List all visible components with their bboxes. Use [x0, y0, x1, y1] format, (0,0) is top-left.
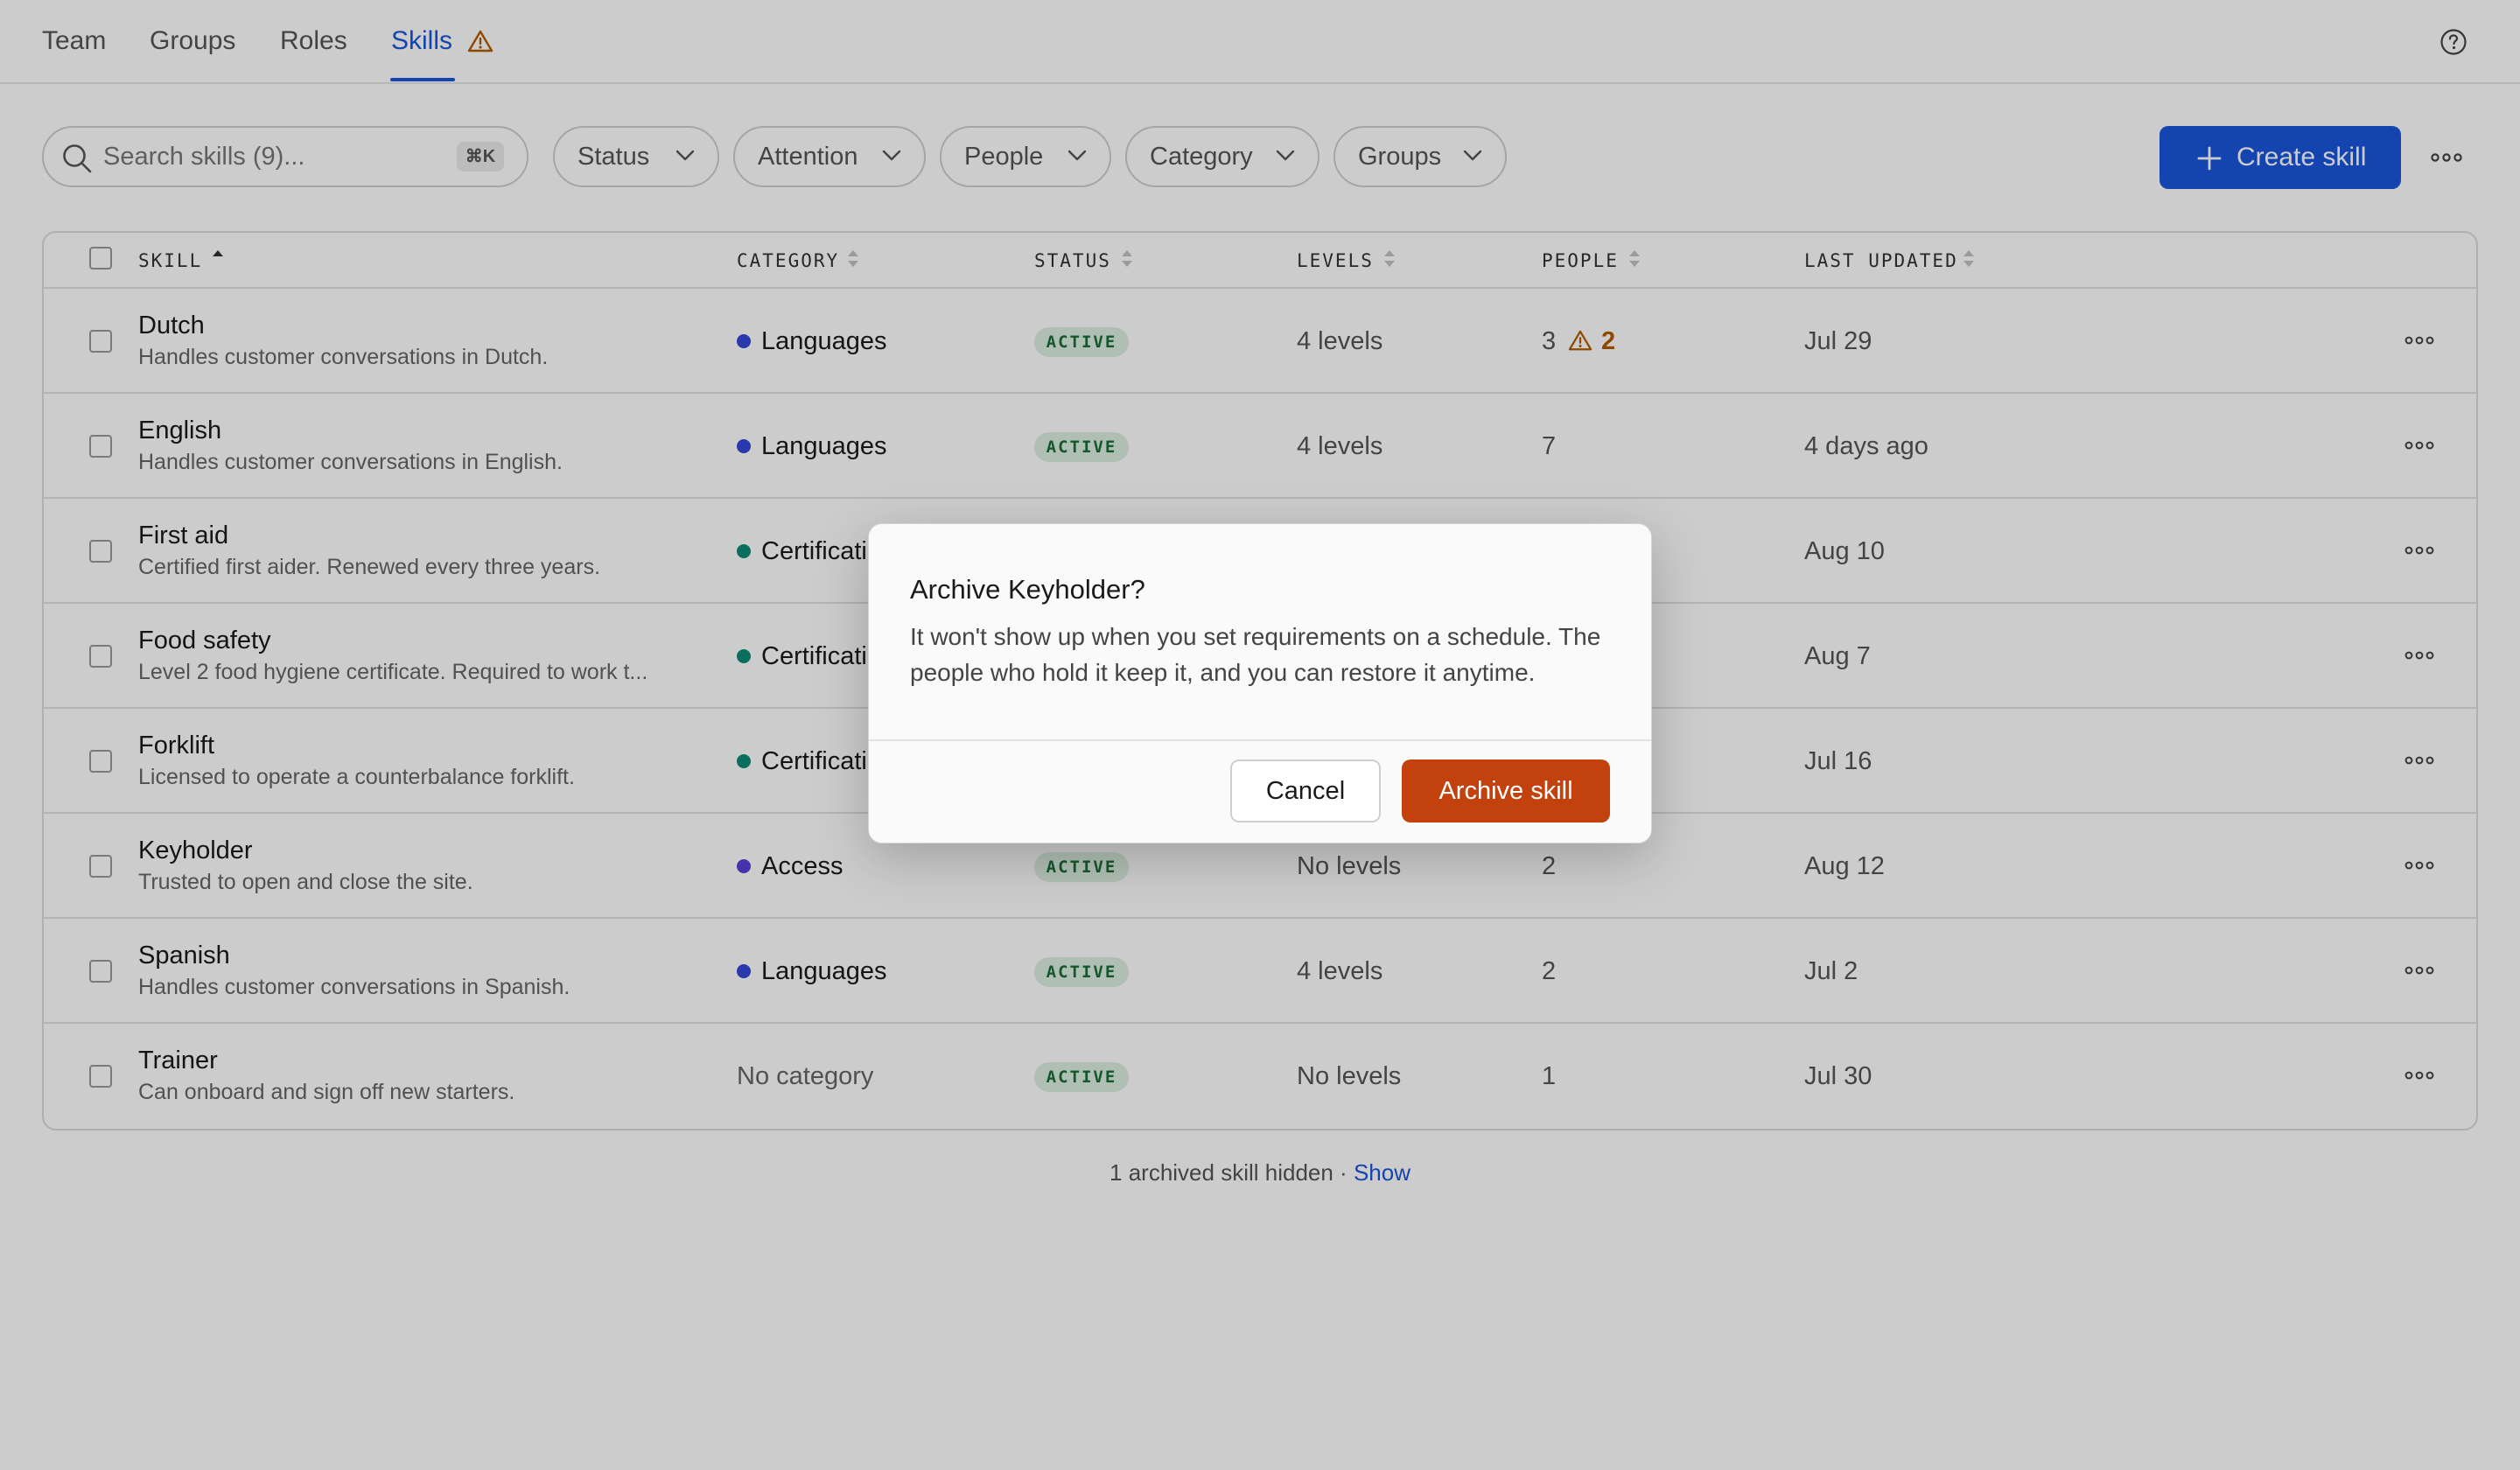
- dialog-body: It won't show up when you set requiremen…: [910, 623, 1601, 686]
- cancel-button[interactable]: Cancel: [1230, 760, 1381, 822]
- dialog-title: Archive Keyholder?: [910, 574, 1145, 605]
- archive-skill-button[interactable]: Archive skill: [1402, 760, 1610, 822]
- dialog-divider: [869, 739, 1651, 741]
